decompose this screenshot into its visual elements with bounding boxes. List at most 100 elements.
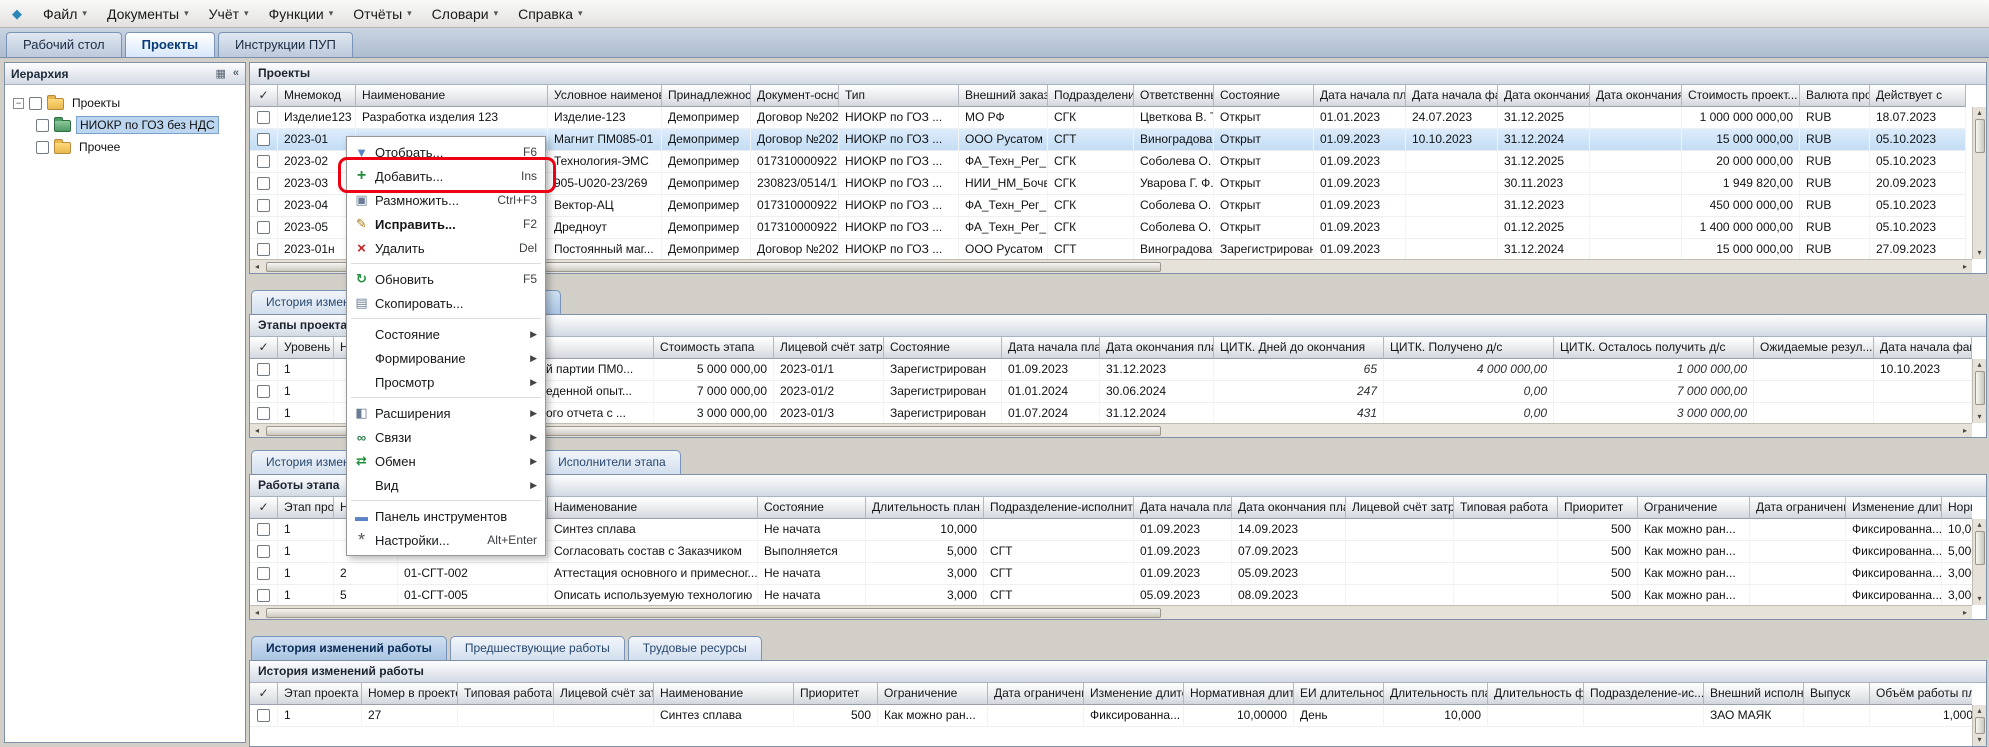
- scroll-up-icon[interactable]: [1977, 705, 1981, 717]
- column-header[interactable]: Состояние: [884, 337, 1002, 359]
- column-header[interactable]: ЦИТК. Получено д/с: [1384, 337, 1554, 359]
- context-menu-item-state[interactable]: Состояние: [347, 322, 545, 346]
- column-header[interactable]: Дата окончания ф...: [1590, 85, 1682, 107]
- column-header[interactable]: Объём работы пл...: [1870, 683, 1972, 705]
- column-header[interactable]: Дата ограничения: [988, 683, 1084, 705]
- column-header[interactable]: Лицевой счёт затрат.: [774, 337, 884, 359]
- tree-checkbox[interactable]: [36, 119, 49, 132]
- column-header[interactable]: Типовая работа: [458, 683, 554, 705]
- row-checkbox[interactable]: [257, 363, 270, 376]
- column-header[interactable]: Подразделение-ис...: [1584, 683, 1704, 705]
- context-menu-item-links[interactable]: Связи: [347, 425, 545, 449]
- scroll-down-icon[interactable]: [1977, 734, 1981, 746]
- column-header[interactable]: Изменение длител...: [1084, 683, 1184, 705]
- column-header[interactable]: Наименование: [654, 683, 794, 705]
- column-header[interactable]: ЦИТК. Осталось получить д/с: [1554, 337, 1754, 359]
- scroll-right-icon[interactable]: [1958, 260, 1972, 273]
- column-header[interactable]: Мнемокод: [278, 85, 356, 107]
- column-header[interactable]: Документ-основан...: [751, 85, 839, 107]
- context-menu-item-toolbar-panel[interactable]: Панель инструментов: [347, 504, 545, 528]
- row-checkbox[interactable]: [257, 407, 270, 420]
- column-header[interactable]: Уровень: [278, 337, 334, 359]
- column-header[interactable]: ЕИ длительности: [1294, 683, 1384, 705]
- select-all-header[interactable]: [250, 497, 278, 519]
- row-checkbox[interactable]: [257, 523, 270, 536]
- select-all-header[interactable]: [250, 337, 278, 359]
- row-checkbox[interactable]: [257, 709, 270, 722]
- column-header[interactable]: Валюта проекта: [1800, 85, 1870, 107]
- column-header[interactable]: Действует с: [1870, 85, 1966, 107]
- column-header[interactable]: Ограничение: [878, 683, 988, 705]
- column-header[interactable]: Стоимость этапа: [654, 337, 774, 359]
- column-header[interactable]: Нормативн...: [1942, 497, 1972, 519]
- column-header[interactable]: Длительность фак...: [1488, 683, 1584, 705]
- main-tab-desktop[interactable]: Рабочий стол: [6, 32, 122, 57]
- column-header[interactable]: Внешний исполни...: [1704, 683, 1804, 705]
- tree-checkbox[interactable]: [29, 97, 42, 110]
- expander-icon[interactable]: [13, 98, 24, 109]
- context-menu-item-duplicate[interactable]: Размножить...Ctrl+F3: [347, 188, 545, 212]
- v-scrollbar[interactable]: [1972, 705, 1986, 746]
- scroll-down-icon[interactable]: [1977, 247, 1981, 259]
- scrollbar-thumb[interactable]: [1975, 531, 1985, 565]
- tab-work-predecessors[interactable]: Предшествующие работы: [450, 636, 625, 660]
- menu-help[interactable]: Справка: [509, 3, 591, 25]
- context-menu-item-edit[interactable]: Исправить...F2: [347, 212, 545, 236]
- row-checkbox[interactable]: [257, 133, 270, 146]
- column-header[interactable]: Ограничение: [1638, 497, 1750, 519]
- column-header[interactable]: Приоритет: [794, 683, 878, 705]
- context-menu-item-exchange[interactable]: Обмен: [347, 449, 545, 473]
- column-header[interactable]: Этап проекта: [278, 683, 362, 705]
- row-checkbox[interactable]: [257, 155, 270, 168]
- column-header[interactable]: Дата начала план: [1134, 497, 1232, 519]
- context-menu-item-add[interactable]: Добавить...Ins: [347, 164, 545, 188]
- row-checkbox[interactable]: [257, 243, 270, 256]
- tree-checkbox[interactable]: [36, 141, 49, 154]
- tab-stage-executors[interactable]: Исполнители этапа: [543, 450, 681, 474]
- scroll-left-icon[interactable]: [250, 424, 264, 437]
- context-menu-item-delete[interactable]: УдалитьDel: [347, 236, 545, 260]
- menu-dictionaries[interactable]: Словари: [423, 3, 507, 25]
- scroll-right-icon[interactable]: [1958, 606, 1972, 619]
- column-header[interactable]: Наименование: [548, 497, 758, 519]
- column-header[interactable]: Подразделение-исполнитель..: [984, 497, 1134, 519]
- row-checkbox[interactable]: [257, 199, 270, 212]
- scroll-up-icon[interactable]: [1977, 359, 1981, 371]
- menu-file[interactable]: Файл: [34, 3, 96, 25]
- context-menu-item-filter[interactable]: Отобрать...F6: [347, 140, 545, 164]
- row-checkbox[interactable]: [257, 545, 270, 558]
- h-scrollbar[interactable]: [250, 605, 1972, 619]
- menu-reports[interactable]: Отчёты: [344, 3, 420, 25]
- column-header[interactable]: Состояние: [1214, 85, 1314, 107]
- column-header[interactable]: Тип: [839, 85, 959, 107]
- column-header[interactable]: ЦИТК. Дней до окончания: [1214, 337, 1384, 359]
- select-all-header[interactable]: [250, 683, 278, 705]
- panel-settings-icon[interactable]: [215, 67, 225, 80]
- scroll-up-icon[interactable]: [1977, 107, 1981, 119]
- column-header[interactable]: Дата начала факт...: [1874, 337, 1972, 359]
- column-header[interactable]: Дата начала план.: [1314, 85, 1406, 107]
- column-header[interactable]: Лицевой счёт затр...: [1346, 497, 1454, 519]
- v-scrollbar[interactable]: [1972, 519, 1986, 605]
- column-header[interactable]: Приоритет: [1558, 497, 1638, 519]
- column-header[interactable]: Условное наименов...: [548, 85, 662, 107]
- main-tab-pup-instructions[interactable]: Инструкции ПУП: [218, 32, 353, 57]
- context-menu-item-preview[interactable]: Просмотр: [347, 370, 545, 394]
- column-header[interactable]: Подразделение-от...: [1048, 85, 1134, 107]
- column-header[interactable]: Ответственный: [1134, 85, 1214, 107]
- tab-work-history[interactable]: История изменений работы: [251, 636, 447, 660]
- scrollbar-thumb[interactable]: [1975, 119, 1985, 153]
- context-menu-item-view[interactable]: Вид: [347, 473, 545, 497]
- collapse-panel-icon[interactable]: [233, 67, 239, 80]
- table-row[interactable]: 1201-СГТ-002Аттестация основного и приме…: [250, 563, 1972, 585]
- v-scrollbar[interactable]: [1972, 107, 1986, 259]
- menu-accounting[interactable]: Учёт: [200, 3, 258, 25]
- row-checkbox[interactable]: [257, 221, 270, 234]
- column-header[interactable]: Принадлежность: [662, 85, 751, 107]
- scroll-up-icon[interactable]: [1977, 519, 1981, 531]
- column-header[interactable]: Дата окончания план: [1100, 337, 1214, 359]
- column-header[interactable]: Лицевой счёт затр...: [554, 683, 654, 705]
- tree-node[interactable]: НИОКР по ГОЗ без НДС: [9, 114, 241, 136]
- column-header[interactable]: Нормативная длит...: [1184, 683, 1294, 705]
- main-tab-projects[interactable]: Проекты: [125, 32, 215, 57]
